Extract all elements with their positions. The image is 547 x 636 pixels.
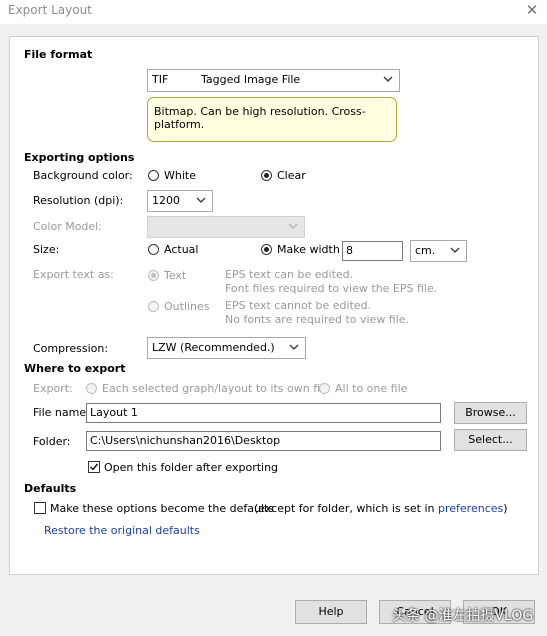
outlines-desc-2: No fonts are required to view file. [225,313,410,326]
chevron-down-icon [383,70,395,90]
close-icon[interactable]: ✕ [523,1,541,19]
text-desc-2: Font files required to view the EPS file… [225,282,438,295]
make-default-note: (except for folder, which is set in pref… [254,502,508,515]
defaults-heading: Defaults [24,482,77,495]
resolution-select[interactable]: 1200 [147,190,213,212]
compression-select[interactable]: LZW (Recommended.) [147,337,306,359]
background-white-label[interactable]: White [164,169,196,182]
make-default-label[interactable]: Make these options become the defaults [50,502,274,515]
watermark-text: 头条 @淮左拍摄VLOG [392,608,534,624]
chevron-down-icon [196,191,208,211]
folder-input[interactable]: C:\Users\nichunshan2016\Desktop [86,431,441,451]
folder-label: Folder: [33,435,71,448]
size-make-width-radio[interactable] [261,244,272,255]
open-folder-label[interactable]: Open this folder after exporting [104,461,278,474]
file-format-code: TIF [152,73,169,86]
compression-label: Compression: [33,342,109,355]
color-model-select [147,216,305,238]
text-option-label: Text [164,269,187,282]
file-format-name: Tagged Image File [201,73,301,86]
chevron-down-icon [450,241,462,261]
browse-button[interactable]: Browse... [454,402,527,424]
file-name-label: File name: [33,406,90,419]
checkmark-icon [90,463,99,471]
each-file-radio [86,383,97,394]
make-default-note-end: ) [503,502,508,515]
export-mode-label: Export: [33,382,73,395]
background-white-radio[interactable] [148,170,159,181]
outlines-radio [148,301,159,312]
unit-value: cm. [415,244,436,257]
window-title: Export Layout [8,3,92,17]
where-to-export-heading: Where to export [24,362,126,375]
file-format-note: Bitmap. Can be high resolution. Cross-pl… [147,97,397,142]
all-one-file-label: All to one file [335,382,408,395]
size-make-width-label[interactable]: Make width [277,243,340,256]
width-input[interactable]: 8 [342,241,403,261]
size-actual-label[interactable]: Actual [164,243,198,256]
text-radio [148,270,159,281]
text-desc-1: EPS text can be edited. [225,268,354,281]
unit-select[interactable]: cm. [410,240,467,262]
background-clear-radio[interactable] [261,170,272,181]
help-button[interactable]: Help [295,600,367,624]
compression-value: LZW (Recommended.) [152,341,275,354]
open-folder-checkbox[interactable] [88,461,100,473]
outlines-option-label: Outlines [164,300,210,313]
restore-defaults-link[interactable]: Restore the original defaults [44,524,200,537]
preferences-link[interactable]: preferences [438,502,503,515]
size-label: Size: [33,243,60,256]
each-file-label: Each selected graph/layout to its own fi… [102,382,330,395]
make-default-note-text: (except for folder, which is set in [254,502,435,515]
exporting-options-heading: Exporting options [24,151,135,164]
background-color-label: Background color: [33,169,133,182]
file-format-select[interactable]: TIF Tagged Image File [147,69,400,92]
make-default-checkbox[interactable] [34,502,46,514]
color-model-label: Color Model: [33,220,102,233]
file-name-input[interactable]: Layout 1 [86,403,441,423]
chevron-down-icon [289,338,301,358]
select-folder-button[interactable]: Select... [454,429,527,451]
outlines-desc-1: EPS text cannot be edited. [225,299,372,312]
resolution-label: Resolution (dpi): [33,194,124,207]
file-format-heading: File format [24,48,93,61]
size-actual-radio[interactable] [148,244,159,255]
background-clear-label[interactable]: Clear [277,169,306,182]
export-text-label: Export text as: [33,268,114,281]
all-one-file-radio [319,383,330,394]
chevron-down-icon [288,217,300,237]
resolution-value: 1200 [152,194,180,207]
